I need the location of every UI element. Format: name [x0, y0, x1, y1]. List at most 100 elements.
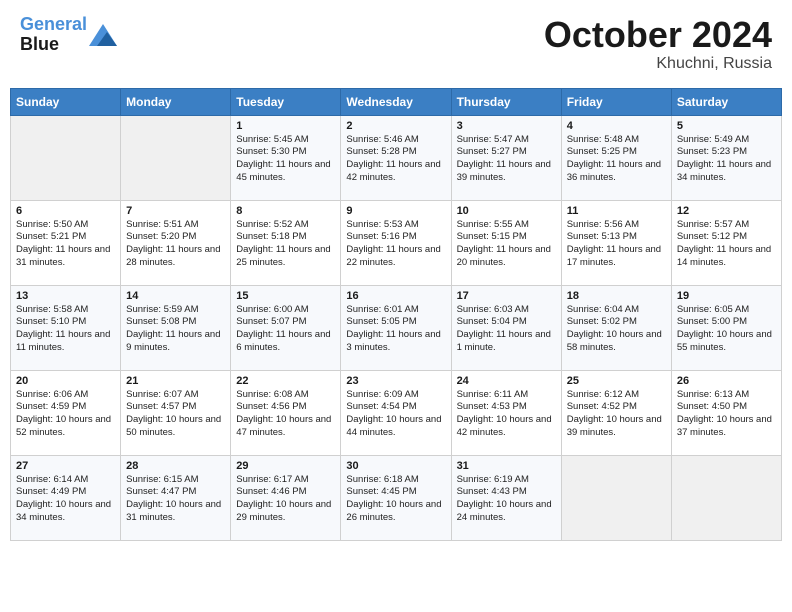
day-info: Sunrise: 6:04 AM Sunset: 5:02 PM Dayligh… — [567, 304, 666, 355]
week-row-1: 1 Sunrise: 5:45 AM Sunset: 5:30 PM Daylig… — [11, 115, 782, 200]
weekday-header-thursday: Thursday — [451, 88, 561, 115]
day-info: Sunrise: 5:46 AM Sunset: 5:28 PM Dayligh… — [346, 134, 445, 185]
calendar-cell: 30 Sunrise: 6:18 AM Sunset: 4:45 PM Dayli… — [341, 455, 451, 540]
calendar-cell — [121, 115, 231, 200]
weekday-header-friday: Friday — [561, 88, 671, 115]
calendar-cell: 31 Sunrise: 6:19 AM Sunset: 4:43 PM Dayli… — [451, 455, 561, 540]
day-info: Sunrise: 6:18 AM Sunset: 4:45 PM Dayligh… — [346, 474, 445, 525]
location: Khuchni, Russia — [544, 55, 772, 73]
calendar-cell: 1 Sunrise: 5:45 AM Sunset: 5:30 PM Daylig… — [231, 115, 341, 200]
day-number: 4 — [567, 120, 666, 132]
day-number: 9 — [346, 205, 445, 217]
day-info: Sunrise: 6:11 AM Sunset: 4:53 PM Dayligh… — [457, 389, 556, 440]
calendar-cell: 19 Sunrise: 6:05 AM Sunset: 5:00 PM Dayli… — [671, 285, 781, 370]
weekday-header-sunday: Sunday — [11, 88, 121, 115]
day-number: 6 — [16, 205, 115, 217]
week-row-5: 27 Sunrise: 6:14 AM Sunset: 4:49 PM Dayli… — [11, 455, 782, 540]
calendar-cell: 16Sunrise: 6:01 AM Sunset: 5:05 PM Dayli… — [341, 285, 451, 370]
calendar-cell — [11, 115, 121, 200]
day-number: 20 — [16, 375, 115, 387]
day-number: 18 — [567, 290, 666, 302]
day-info: Sunrise: 6:14 AM Sunset: 4:49 PM Dayligh… — [16, 474, 115, 525]
day-info: Sunrise: 6:13 AM Sunset: 4:50 PM Dayligh… — [677, 389, 776, 440]
calendar-cell — [561, 455, 671, 540]
calendar-cell: 15Sunrise: 6:00 AM Sunset: 5:07 PM Dayli… — [231, 285, 341, 370]
day-number: 8 — [236, 205, 335, 217]
day-number: 31 — [457, 460, 556, 472]
calendar-cell: 7 Sunrise: 5:51 AM Sunset: 5:20 PM Daylig… — [121, 200, 231, 285]
weekday-header-row: SundayMondayTuesdayWednesdayThursdayFrid… — [11, 88, 782, 115]
calendar-cell: 14 Sunrise: 5:59 AM Sunset: 5:08 PM Dayli… — [121, 285, 231, 370]
day-number: 23 — [346, 375, 445, 387]
day-info: Sunrise: 6:12 AM Sunset: 4:52 PM Dayligh… — [567, 389, 666, 440]
calendar-cell: 28 Sunrise: 6:15 AM Sunset: 4:47 PM Dayli… — [121, 455, 231, 540]
day-info: Sunrise: 5:56 AM Sunset: 5:13 PM Dayligh… — [567, 219, 666, 270]
day-info: Sunrise: 6:15 AM Sunset: 4:47 PM Dayligh… — [126, 474, 225, 525]
calendar-cell: 11Sunrise: 5:56 AM Sunset: 5:13 PM Dayli… — [561, 200, 671, 285]
day-number: 28 — [126, 460, 225, 472]
day-number: 13 — [16, 290, 115, 302]
day-info: Sunrise: 6:05 AM Sunset: 5:00 PM Dayligh… — [677, 304, 776, 355]
day-number: 29 — [236, 460, 335, 472]
calendar-cell: 25Sunrise: 6:12 AM Sunset: 4:52 PM Dayli… — [561, 370, 671, 455]
logo-icon — [89, 24, 117, 46]
calendar-cell: 12Sunrise: 5:57 AM Sunset: 5:12 PM Dayli… — [671, 200, 781, 285]
calendar-cell: 24 Sunrise: 6:11 AM Sunset: 4:53 PM Dayli… — [451, 370, 561, 455]
day-info: Sunrise: 6:07 AM Sunset: 4:57 PM Dayligh… — [126, 389, 225, 440]
day-number: 10 — [457, 205, 556, 217]
day-info: Sunrise: 6:03 AM Sunset: 5:04 PM Dayligh… — [457, 304, 556, 355]
day-number: 7 — [126, 205, 225, 217]
day-info: Sunrise: 5:53 AM Sunset: 5:16 PM Dayligh… — [346, 219, 445, 270]
day-number: 17 — [457, 290, 556, 302]
day-info: Sunrise: 5:50 AM Sunset: 5:21 PM Dayligh… — [16, 219, 115, 270]
day-number: 30 — [346, 460, 445, 472]
day-number: 19 — [677, 290, 776, 302]
day-number: 27 — [16, 460, 115, 472]
day-info: Sunrise: 6:09 AM Sunset: 4:54 PM Dayligh… — [346, 389, 445, 440]
calendar-cell: 23 Sunrise: 6:09 AM Sunset: 4:54 PM Dayli… — [341, 370, 451, 455]
day-number: 15 — [236, 290, 335, 302]
day-info: Sunrise: 5:45 AM Sunset: 5:30 PM Dayligh… — [236, 134, 335, 185]
day-info: Sunrise: 5:47 AM Sunset: 5:27 PM Dayligh… — [457, 134, 556, 185]
weekday-header-tuesday: Tuesday — [231, 88, 341, 115]
day-info: Sunrise: 5:48 AM Sunset: 5:25 PM Dayligh… — [567, 134, 666, 185]
calendar-table: SundayMondayTuesdayWednesdayThursdayFrid… — [10, 88, 782, 541]
day-number: 14 — [126, 290, 225, 302]
week-row-2: 6 Sunrise: 5:50 AM Sunset: 5:21 PM Daylig… — [11, 200, 782, 285]
calendar-cell: 20Sunrise: 6:06 AM Sunset: 4:59 PM Dayli… — [11, 370, 121, 455]
day-number: 26 — [677, 375, 776, 387]
day-number: 21 — [126, 375, 225, 387]
calendar-cell: 13 Sunrise: 5:58 AM Sunset: 5:10 PM Dayli… — [11, 285, 121, 370]
day-info: Sunrise: 5:52 AM Sunset: 5:18 PM Dayligh… — [236, 219, 335, 270]
day-info: Sunrise: 5:57 AM Sunset: 5:12 PM Dayligh… — [677, 219, 776, 270]
day-number: 24 — [457, 375, 556, 387]
page-header: GeneralBlue October 2024 Khuchni, Russia — [10, 10, 782, 78]
day-info: Sunrise: 6:08 AM Sunset: 4:56 PM Dayligh… — [236, 389, 335, 440]
calendar-cell: 10 Sunrise: 5:55 AM Sunset: 5:15 PM Dayli… — [451, 200, 561, 285]
calendar-cell: 6 Sunrise: 5:50 AM Sunset: 5:21 PM Daylig… — [11, 200, 121, 285]
calendar-cell: 21 Sunrise: 6:07 AM Sunset: 4:57 PM Dayli… — [121, 370, 231, 455]
day-number: 2 — [346, 120, 445, 132]
day-number: 1 — [236, 120, 335, 132]
logo: GeneralBlue — [20, 15, 117, 55]
calendar-cell: 2 Sunrise: 5:46 AM Sunset: 5:28 PM Daylig… — [341, 115, 451, 200]
day-info: Sunrise: 5:55 AM Sunset: 5:15 PM Dayligh… — [457, 219, 556, 270]
logo-text: GeneralBlue — [20, 15, 87, 55]
day-number: 5 — [677, 120, 776, 132]
day-info: Sunrise: 5:59 AM Sunset: 5:08 PM Dayligh… — [126, 304, 225, 355]
weekday-header-wednesday: Wednesday — [341, 88, 451, 115]
calendar-cell: 29Sunrise: 6:17 AM Sunset: 4:46 PM Dayli… — [231, 455, 341, 540]
day-number: 3 — [457, 120, 556, 132]
calendar-cell: 5Sunrise: 5:49 AM Sunset: 5:23 PM Daylig… — [671, 115, 781, 200]
calendar-cell: 3 Sunrise: 5:47 AM Sunset: 5:27 PM Daylig… — [451, 115, 561, 200]
calendar-cell: 18 Sunrise: 6:04 AM Sunset: 5:02 PM Dayli… — [561, 285, 671, 370]
month-title: October 2024 — [544, 15, 772, 55]
calendar-cell: 9 Sunrise: 5:53 AM Sunset: 5:16 PM Daylig… — [341, 200, 451, 285]
calendar-cell: 26 Sunrise: 6:13 AM Sunset: 4:50 PM Dayli… — [671, 370, 781, 455]
day-info: Sunrise: 5:51 AM Sunset: 5:20 PM Dayligh… — [126, 219, 225, 270]
day-info: Sunrise: 6:19 AM Sunset: 4:43 PM Dayligh… — [457, 474, 556, 525]
calendar-cell: 27 Sunrise: 6:14 AM Sunset: 4:49 PM Dayli… — [11, 455, 121, 540]
day-number: 22 — [236, 375, 335, 387]
day-info: Sunrise: 5:58 AM Sunset: 5:10 PM Dayligh… — [16, 304, 115, 355]
calendar-cell: 4 Sunrise: 5:48 AM Sunset: 5:25 PM Daylig… — [561, 115, 671, 200]
